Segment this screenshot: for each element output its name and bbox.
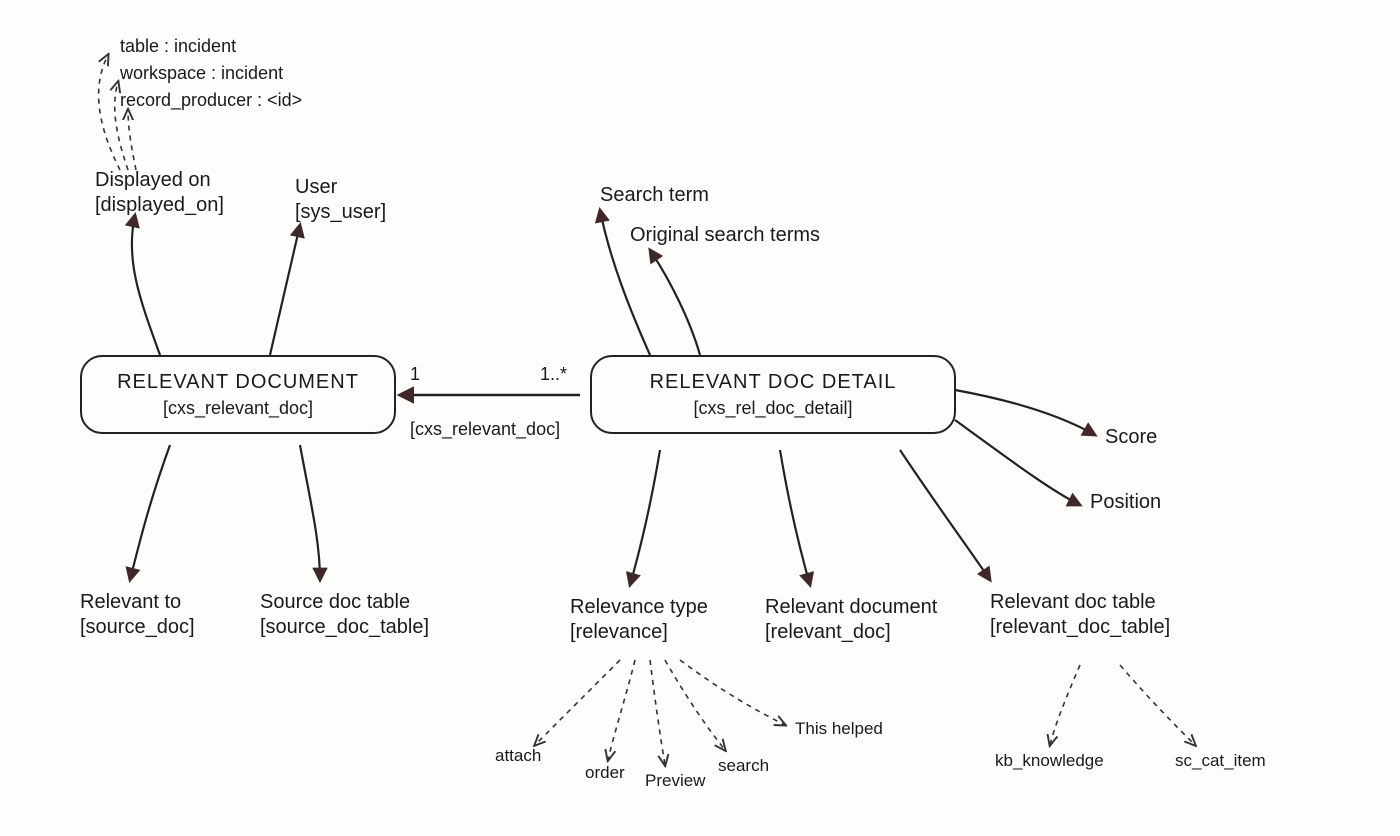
cardinality-left: 1 [410,363,420,386]
field-relevant-to: Relevant to [source_doc] [80,590,195,640]
field-col: [relevant_doc] [765,621,891,643]
field-position: Position [1090,490,1161,515]
field-score: Score [1105,425,1157,450]
relevance-value: search [718,755,769,776]
field-label: Relevant doc table [990,591,1156,613]
doc-table-value: kb_knowledge [995,750,1104,771]
doc-table-value: sc_cat_item [1175,750,1266,771]
field-label: Source doc table [260,591,410,613]
entity-relevant-document: RELEVANT DOCUMENT [cxs_relevant_doc] [80,355,396,434]
entity-relevant-doc-detail: RELEVANT DOC DETAIL [cxs_rel_doc_detail] [590,355,956,434]
field-relevant-document: Relevant document [relevant_doc] [765,595,937,645]
entity-title: RELEVANT DOCUMENT [98,369,378,395]
field-search-term: Search term [600,183,709,208]
relevance-value: attach [495,745,541,766]
field-col: [relevant_doc_table] [990,616,1170,638]
field-label: User [295,176,337,198]
field-label: Relevant document [765,596,937,618]
field-relevant-doc-table: Relevant doc table [relevant_doc_table] [990,590,1170,640]
field-label: Relevant to [80,591,181,613]
entity-title: RELEVANT DOC DETAIL [608,369,938,395]
field-col: [displayed_on] [95,194,224,216]
field-col: [source_doc] [80,616,195,638]
field-relevance-type: Relevance type [relevance] [570,595,708,645]
field-col: [sys_user] [295,201,386,223]
entity-table: [cxs_rel_doc_detail] [608,397,938,420]
field-original-terms: Original search terms [630,223,820,248]
field-label: Displayed on [95,169,211,191]
field-col: [source_doc_table] [260,616,429,638]
field-label: Relevance type [570,596,708,618]
relevance-value: order [585,762,625,783]
field-displayed-on: Displayed on [displayed_on] [95,168,224,218]
displayed-on-example: table : incident [120,35,236,58]
displayed-on-example: record_producer : <id> [120,89,302,112]
cardinality-right: 1..* [540,363,567,386]
entity-table: [cxs_relevant_doc] [98,397,378,420]
relevance-value: This helped [795,718,883,739]
field-col: [relevance] [570,621,668,643]
relevance-value: Preview [645,770,705,791]
field-source-doc-table: Source doc table [source_doc_table] [260,590,429,640]
field-user: User [sys_user] [295,175,386,225]
relationship-via: [cxs_relevant_doc] [410,418,560,441]
displayed-on-example: workspace : incident [120,62,283,85]
